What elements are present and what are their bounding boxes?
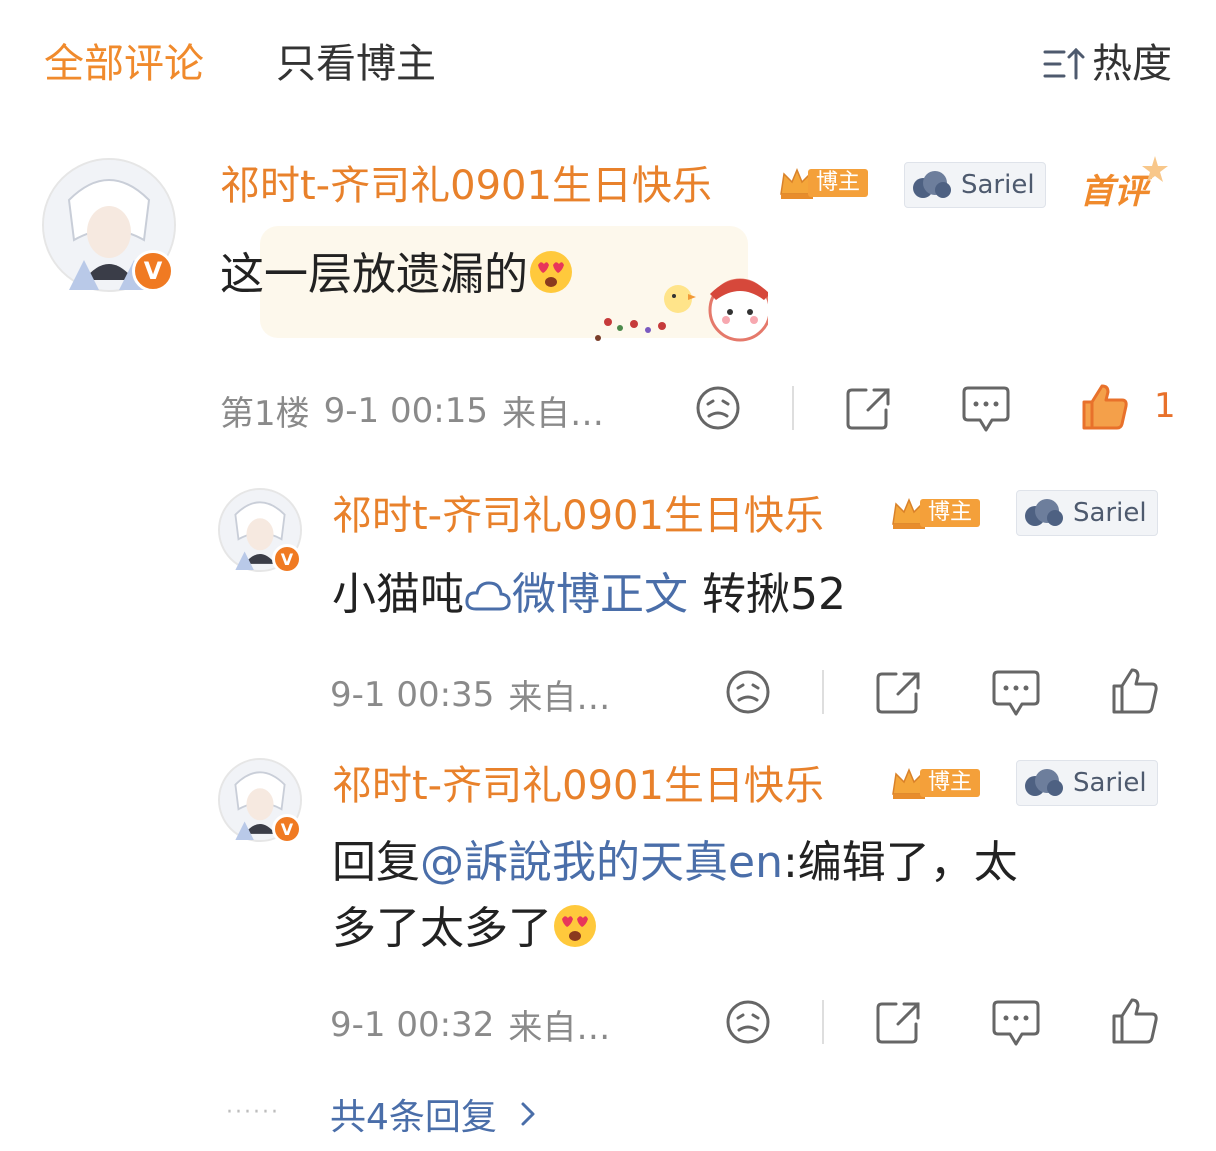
- reply-text-suffix: :编辑了，太: [782, 837, 1018, 888]
- weibo-post-link[interactable]: 微博正文: [512, 569, 688, 620]
- like-icon[interactable]: [1110, 996, 1160, 1046]
- reply-source: 来自…: [508, 1008, 611, 1048]
- chevron-right-icon: [521, 1102, 535, 1126]
- verified-badge-icon: V: [272, 814, 302, 844]
- comment-text: 这一层放遗漏的: [220, 246, 574, 304]
- dislike-icon[interactable]: [724, 668, 772, 716]
- divider: [792, 386, 794, 430]
- verified-badge-icon: V: [132, 250, 174, 292]
- reply-username[interactable]: 祁时t-齐司礼0901生日快乐: [332, 490, 824, 542]
- comment-time: 9-1 00:15: [323, 390, 488, 431]
- comment-icon[interactable]: [990, 998, 1042, 1048]
- host-tag: 博主: [920, 499, 981, 527]
- comment-source: 来自…: [501, 394, 604, 434]
- comment-icon[interactable]: [960, 384, 1012, 434]
- share-icon[interactable]: [844, 384, 892, 432]
- fan-tag-label: Sariel: [1073, 498, 1147, 528]
- sort-icon: [1043, 47, 1085, 80]
- share-icon[interactable]: [874, 668, 922, 716]
- divider: [822, 1000, 824, 1044]
- like-icon[interactable]: [1110, 666, 1160, 716]
- reply-meta: 9-1 00:32 来自…: [330, 1000, 624, 1049]
- fan-tag[interactable]: Sariel: [1016, 760, 1158, 806]
- reply-username[interactable]: 祁时t-齐司礼0901生日快乐: [332, 760, 824, 812]
- comment-text-body: 这一层放遗漏的: [220, 249, 528, 300]
- reply-source: 来自…: [508, 678, 611, 718]
- reply-avatar[interactable]: V: [218, 488, 302, 574]
- reply-time: 9-1 00:35: [330, 674, 495, 715]
- reply-text-suffix: 转揪52: [688, 569, 846, 620]
- fan-tag[interactable]: Sariel: [904, 162, 1046, 208]
- cloud-icon: [913, 171, 951, 198]
- username[interactable]: 祁时t-齐司礼0901生日快乐: [220, 160, 712, 212]
- sort-label: 热度: [1092, 41, 1172, 87]
- reply-avatar[interactable]: V: [218, 758, 302, 844]
- comment-meta: 第1楼 9-1 00:15 来自…: [220, 386, 618, 435]
- tab-author-only[interactable]: 只看博主: [276, 38, 436, 90]
- comment-tabs: 全部评论 只看博主 热度: [0, 0, 1216, 120]
- avatar[interactable]: V: [42, 158, 176, 292]
- first-review-badge: 首评: [1080, 172, 1148, 212]
- more-dots: ······: [226, 1100, 280, 1125]
- tab-all-comments[interactable]: 全部评论: [44, 38, 204, 90]
- weibo-link-icon: [465, 581, 511, 611]
- heart-eyes-emoji-icon: [530, 251, 572, 293]
- share-icon[interactable]: [874, 998, 922, 1046]
- host-tag: 博主: [920, 769, 981, 797]
- reply-time: 9-1 00:32: [330, 1004, 495, 1045]
- more-replies-label: 共4条回复: [330, 1097, 497, 1138]
- more-replies-link[interactable]: 共4条回复: [330, 1088, 549, 1140]
- verified-badge-icon: V: [272, 544, 302, 574]
- heart-eyes-emoji-icon: [554, 905, 596, 947]
- cloud-icon: [1025, 769, 1063, 796]
- reply-text: 小猫吨 微博正文 转揪52: [332, 566, 846, 624]
- reply-text: 回复@訴說我的天真en:编辑了，太 多了太多了: [332, 830, 1162, 962]
- dislike-icon[interactable]: [694, 384, 742, 432]
- like-count: 1: [1154, 386, 1176, 426]
- sort-button[interactable]: 热度: [1042, 38, 1172, 90]
- cloud-icon: [1025, 499, 1063, 526]
- fan-tag-label: Sariel: [1073, 768, 1147, 798]
- mention-link[interactable]: @訴說我的天真en: [420, 837, 783, 888]
- reply-text-prefix: 回复: [332, 837, 420, 888]
- sticker-icon: [595, 278, 768, 342]
- reply-meta: 9-1 00:35 来自…: [330, 670, 624, 719]
- fan-tag-label: Sariel: [961, 170, 1035, 200]
- reply-text-prefix: 小猫吨: [332, 569, 464, 620]
- host-badge: 博主: [890, 766, 981, 800]
- host-tag: 博主: [808, 169, 869, 197]
- fan-tag[interactable]: Sariel: [1016, 490, 1158, 536]
- host-badge: 博主: [778, 166, 869, 200]
- reply-text-line2: 多了太多了: [332, 903, 552, 954]
- star-icon: [1142, 156, 1168, 182]
- like-icon[interactable]: [1080, 382, 1130, 432]
- dislike-icon[interactable]: [724, 998, 772, 1046]
- floor-number: 第1楼: [220, 394, 310, 434]
- divider: [822, 670, 824, 714]
- comment-icon[interactable]: [990, 668, 1042, 718]
- host-badge: 博主: [890, 496, 981, 530]
